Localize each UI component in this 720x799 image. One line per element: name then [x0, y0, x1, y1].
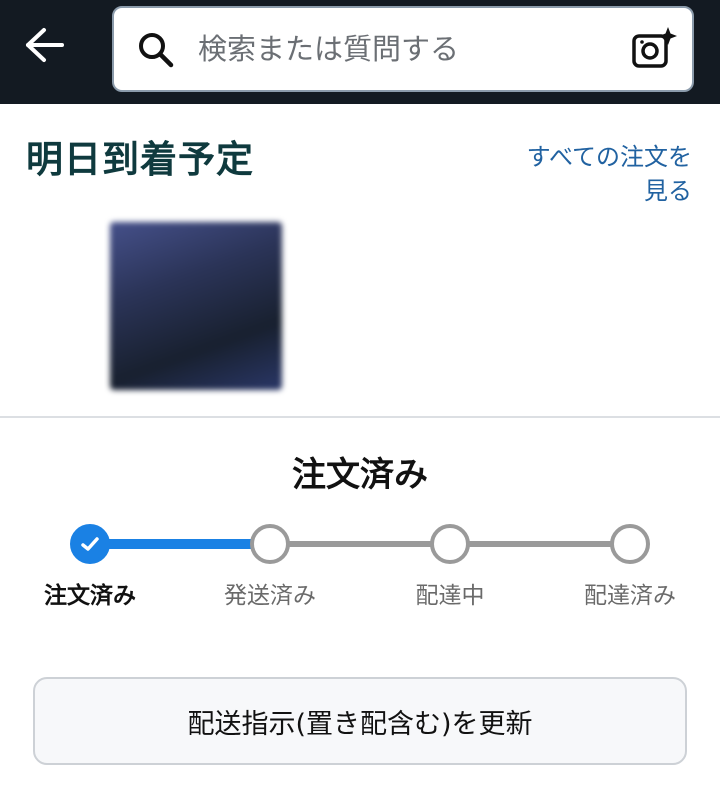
- section-divider: [0, 416, 720, 418]
- checkmark-icon: [81, 537, 99, 551]
- back-button[interactable]: [14, 20, 74, 70]
- search-placeholder: 検索または質問する: [198, 32, 460, 66]
- search-field[interactable]: 検索または質問する: [112, 6, 694, 92]
- step-dot-delivered: [610, 524, 650, 564]
- step-dot-shipped: [250, 524, 290, 564]
- progress-fill: [90, 539, 268, 549]
- view-all-orders-link[interactable]: すべての注文を 見る: [482, 140, 692, 208]
- product-thumbnail[interactable]: [104, 214, 318, 410]
- product-image: [110, 222, 282, 390]
- search-icon: [139, 33, 174, 68]
- step-dot-out-for-delivery: [430, 524, 470, 564]
- view-all-orders-line1: すべての注文を: [526, 143, 692, 171]
- progress-tracker: [0, 520, 720, 570]
- update-delivery-instructions-button[interactable]: 配送指示(置き配含む)を更新: [33, 677, 687, 765]
- step-label-delivered: 配達済み: [584, 583, 676, 609]
- camera-search-button[interactable]: [628, 24, 678, 74]
- camera-sparkle-icon: [632, 27, 677, 68]
- top-navigation-bar: 検索または質問する: [0, 0, 720, 104]
- back-arrow-icon: [26, 28, 64, 62]
- step-label-out-for-delivery: 配達中: [415, 583, 485, 609]
- step-label-shipped: 発送済み: [224, 583, 316, 609]
- step-label-ordered: 注文済み: [44, 583, 136, 609]
- view-all-orders-line2: 見る: [644, 177, 692, 205]
- delivery-title: 明日到着予定: [26, 138, 254, 181]
- order-status-heading: 注文済み: [292, 455, 428, 495]
- step-dot-ordered: [70, 524, 110, 564]
